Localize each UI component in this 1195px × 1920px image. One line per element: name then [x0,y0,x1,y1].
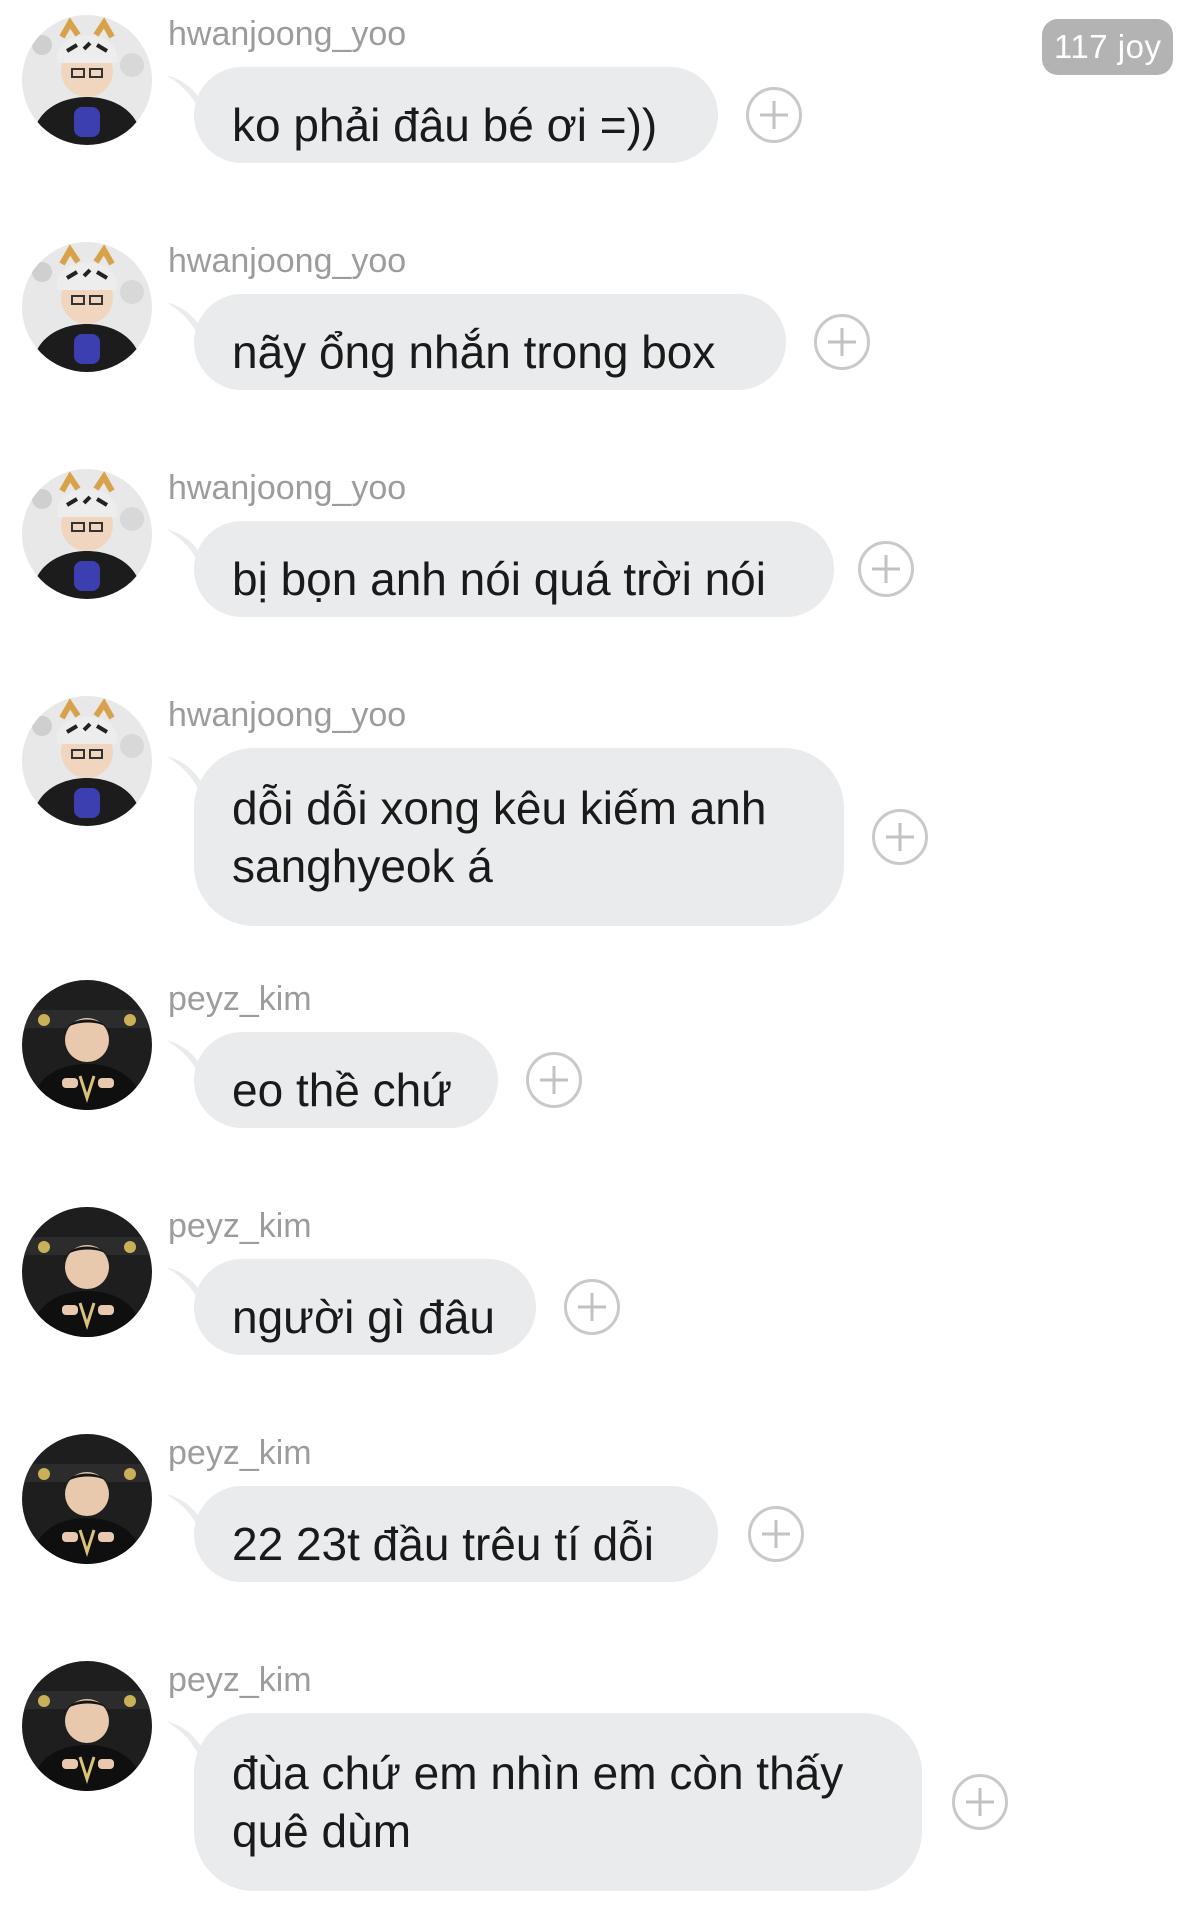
sender-name: peyz_kim [168,980,312,1018]
message-bubble[interactable]: đùa chứ em nhìn em còn thấy quê dùm [194,1713,922,1891]
message-row: hwanjoong_yoo dỗi dỗi xong kêu kiếm anh … [0,696,1195,946]
message-row: peyz_kim người gì đâu [0,1207,1195,1387]
avatar[interactable] [22,980,152,1110]
avatar[interactable] [22,1434,152,1564]
plus-circle-icon[interactable] [872,809,928,865]
message-bubble[interactable]: ko phải đâu bé ơi =)) [194,67,718,163]
message-bubble[interactable]: nãy ổng nhắn trong box [194,294,786,390]
sender-name: peyz_kim [168,1434,312,1472]
avatar[interactable] [22,15,152,145]
avatar[interactable] [22,469,152,599]
avatar[interactable] [22,1661,152,1791]
sender-name: peyz_kim [168,1207,312,1245]
message-bubble[interactable]: eo thề chứ [194,1032,498,1128]
plus-circle-icon[interactable] [814,314,870,370]
plus-circle-icon[interactable] [746,87,802,143]
sender-name: hwanjoong_yoo [168,696,407,734]
avatar[interactable] [22,1207,152,1337]
avatar[interactable] [22,242,152,372]
sender-name: peyz_kim [168,1661,312,1699]
message-row: peyz_kim eo thề chứ [0,980,1195,1160]
message-row: peyz_kim đùa chứ em nhìn em còn thấy quê… [0,1661,1195,1911]
message-bubble[interactable]: bị bọn anh nói quá trời nói [194,521,834,617]
message-row: hwanjoong_yoo nãy ổng nhắn trong box [0,242,1195,422]
plus-circle-icon[interactable] [858,541,914,597]
sender-name: hwanjoong_yoo [168,15,407,53]
sender-name: hwanjoong_yoo [168,469,407,507]
plus-circle-icon[interactable] [526,1052,582,1108]
message-row: hwanjoong_yoo bị bọn anh nói quá trời nó… [0,469,1195,649]
avatar[interactable] [22,696,152,826]
message-bubble[interactable]: dỗi dỗi xong kêu kiếm anh sanghyeok á [194,748,844,926]
message-row: peyz_kim 22 23t đầu trêu tí dỗi [0,1434,1195,1614]
plus-circle-icon[interactable] [748,1506,804,1562]
message-bubble[interactable]: người gì đâu [194,1259,536,1355]
message-row: hwanjoong_yoo ko phải đâu bé ơi =)) [0,15,1195,195]
message-bubble[interactable]: 22 23t đầu trêu tí dỗi [194,1486,718,1582]
plus-circle-icon[interactable] [952,1774,1008,1830]
sender-name: hwanjoong_yoo [168,242,407,280]
plus-circle-icon[interactable] [564,1279,620,1335]
